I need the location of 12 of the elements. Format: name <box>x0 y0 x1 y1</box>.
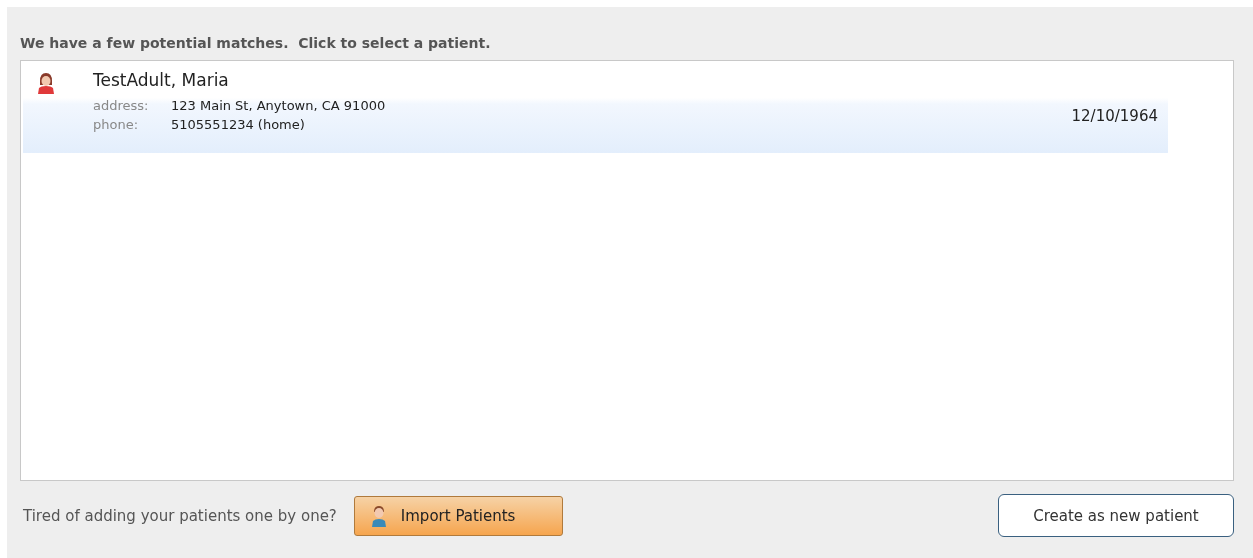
man-icon <box>370 504 387 527</box>
birth-date: 12/10/1964 <box>1071 107 1158 127</box>
phone-value: 5105551234 (home) <box>171 117 306 132</box>
phone-label: phone: <box>93 117 140 132</box>
address-value: 123 Main St, Anytown, CA 91000 <box>171 98 387 113</box>
create-patient-button[interactable]: Create as new patient <box>998 494 1234 537</box>
instruction-text: We have a few potential matches. Click to select a patient. <box>20 35 492 51</box>
import-prompt: Tired of adding your patients one by one? <box>23 506 337 525</box>
address-label: address: <box>93 98 150 113</box>
import-patients-button[interactable]: Import Patients <box>353 495 563 536</box>
patient-name: TestAdult, Maria <box>93 70 230 90</box>
woman-icon <box>37 72 55 94</box>
